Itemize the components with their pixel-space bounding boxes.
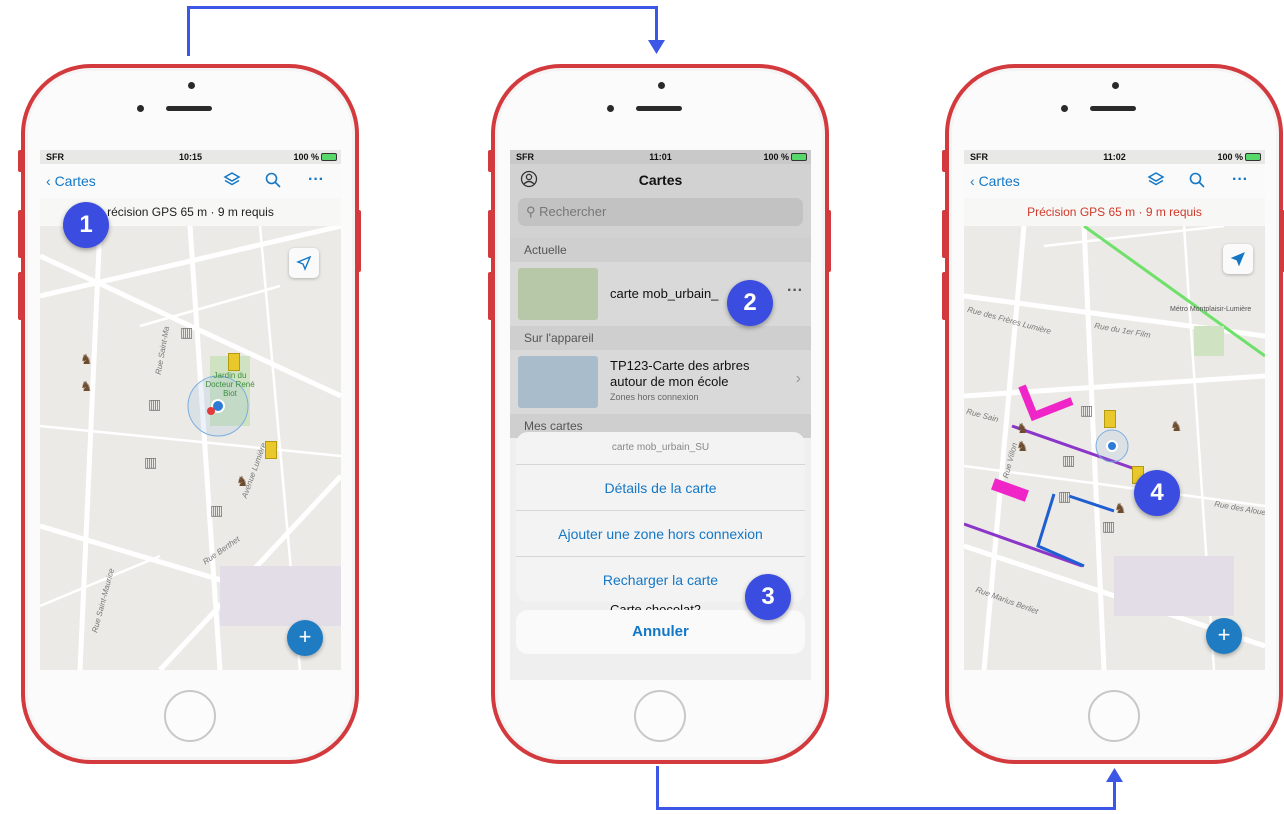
home-button[interactable] xyxy=(1088,690,1140,742)
bench-icon: ▥ xyxy=(210,502,224,518)
search-icon: ⚲ xyxy=(526,204,540,219)
bench-icon: ▥ xyxy=(1102,518,1116,534)
location-button[interactable] xyxy=(1223,244,1253,274)
animal-icon: ♞ xyxy=(1114,500,1127,516)
animal-icon: ♞ xyxy=(1170,418,1183,434)
nav-bar: ‹ Cartes ··· xyxy=(964,164,1265,198)
phone-3: SFR 11:02 100 % ‹ Cartes ··· Précision G… xyxy=(945,64,1283,764)
step-badge-3: 3 xyxy=(745,574,791,620)
bench-icon: ▥ xyxy=(1080,402,1094,418)
phone-2: SFR 11:01 100 % Cartes ⚲ Rechercher Actu… xyxy=(491,64,829,764)
step-badge-2: 2 xyxy=(727,280,773,326)
section-current: Actuelle xyxy=(510,238,811,262)
battery-icon xyxy=(321,153,337,161)
search-icon[interactable] xyxy=(1188,171,1206,189)
search-placeholder: Rechercher xyxy=(539,204,607,219)
map-details-button[interactable]: Détails de la carte xyxy=(516,464,805,510)
step-badge-1: 1 xyxy=(63,202,109,248)
section-device: Sur l'appareil xyxy=(510,326,811,350)
back-button[interactable]: ‹ Cartes xyxy=(970,173,1020,189)
more-icon[interactable]: ··· xyxy=(1232,171,1248,189)
step-badge-4: 4 xyxy=(1134,470,1180,516)
nav-bar: ‹ Cartes ··· xyxy=(40,164,341,198)
animal-icon: ♞ xyxy=(236,473,249,489)
search-input[interactable]: ⚲ Rechercher xyxy=(518,198,803,226)
park-label: Jardin du Docteur René Biot xyxy=(205,371,255,398)
bench-icon: ▥ xyxy=(180,324,194,340)
battery-icon xyxy=(1245,153,1261,161)
bench-icon: ▥ xyxy=(148,396,162,412)
home-button[interactable] xyxy=(164,690,216,742)
map-item-device[interactable]: TP123-Carte des arbres autour de mon éco… xyxy=(510,350,811,414)
battery-icon xyxy=(791,153,807,161)
back-label: Cartes xyxy=(978,173,1020,189)
battery-text: 100 % xyxy=(1217,152,1243,162)
tutorial-figure: SFR 10:15 100 % ‹ Cartes ··· récision GP… xyxy=(0,0,1284,814)
status-bar: SFR 10:15 100 % xyxy=(40,150,341,164)
map-item-sub: Zones hors connexion xyxy=(610,392,699,402)
search-icon[interactable] xyxy=(264,171,282,189)
action-sheet-title: carte mob_urbain_SU xyxy=(611,442,710,453)
back-button[interactable]: ‹ Cartes xyxy=(46,173,96,189)
box-icon xyxy=(228,353,240,371)
animal-icon: ♞ xyxy=(80,378,93,394)
map-screen: SFR 11:02 100 % ‹ Cartes ··· Précision G… xyxy=(964,150,1265,670)
battery-text: 100 % xyxy=(293,152,319,162)
map-thumbnail xyxy=(518,268,598,320)
bench-icon: ▥ xyxy=(1058,488,1072,504)
map-item-name: carte mob_urbain_ xyxy=(610,286,719,301)
bench-icon: ▥ xyxy=(1062,452,1076,468)
location-arrow-icon xyxy=(1230,252,1245,267)
animal-icon: ♞ xyxy=(80,351,93,367)
more-icon[interactable]: ··· xyxy=(308,171,324,189)
gps-accuracy-bar: Précision GPS 65 m · 9 m requis xyxy=(964,198,1265,226)
status-bar: SFR 11:01 100 % xyxy=(510,150,811,164)
chevron-right-icon: › xyxy=(795,370,801,387)
map-thumbnail xyxy=(518,356,598,408)
map-item-name: TP123-Carte des arbres autour de mon éco… xyxy=(610,358,750,389)
add-offline-area-button[interactable]: Ajouter une zone hors connexion xyxy=(516,510,805,556)
layers-icon[interactable] xyxy=(223,171,241,189)
home-button[interactable] xyxy=(634,690,686,742)
map-view[interactable]: Rue Saint-Maurice Rue Berthet Rue Saint-… xyxy=(40,226,341,670)
battery-text: 100 % xyxy=(763,152,789,162)
add-feature-button[interactable]: + xyxy=(287,620,323,656)
box-icon xyxy=(1104,410,1116,428)
status-bar: SFR 11:02 100 % xyxy=(964,150,1265,164)
animal-icon: ♞ xyxy=(1016,420,1029,436)
back-label: Cartes xyxy=(54,173,96,189)
bench-icon: ▥ xyxy=(144,454,158,470)
add-feature-button[interactable]: + xyxy=(1206,618,1242,654)
street-label: Métro Montplaisir-Lumière xyxy=(1170,306,1252,313)
layers-icon[interactable] xyxy=(1147,171,1165,189)
box-icon xyxy=(265,441,277,459)
more-options-icon[interactable]: ··· xyxy=(787,282,803,300)
page-title: Cartes xyxy=(638,172,683,188)
animal-icon: ♞ xyxy=(1016,438,1029,454)
location-arrow-icon xyxy=(296,255,312,271)
map-view[interactable]: Rue des Frères Lumière Rue du 1er Film M… xyxy=(964,226,1265,670)
phone-1: SFR 10:15 100 % ‹ Cartes ··· récision GP… xyxy=(21,64,359,764)
location-button[interactable] xyxy=(289,248,319,278)
